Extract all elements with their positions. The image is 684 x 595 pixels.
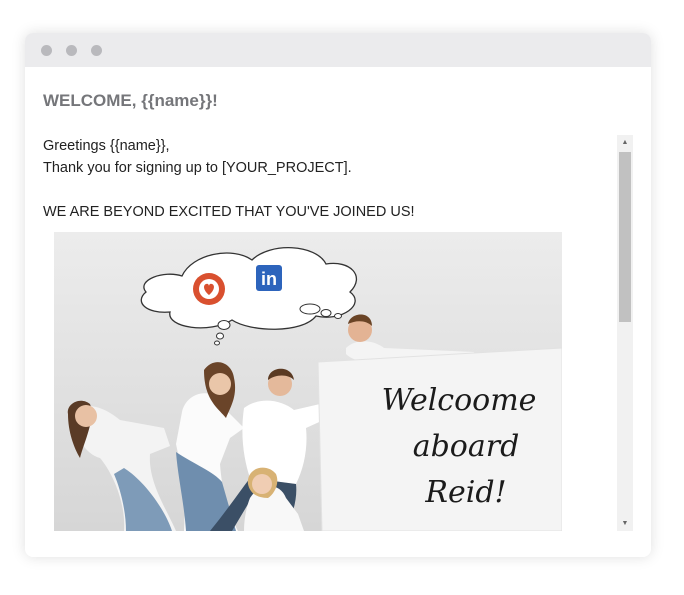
linkedin-icon-label: in — [261, 269, 277, 289]
scrollbar-thumb[interactable] — [619, 152, 631, 322]
sign-line-2: aboard — [413, 429, 520, 464]
maximize-window-button[interactable] — [91, 44, 102, 56]
vertical-scrollbar[interactable]: ▲ ▼ — [617, 135, 633, 531]
email-heading: WELCOME, {{name}}! — [43, 91, 218, 110]
thanks-text: Thank you for signing up to [YOUR_PROJEC… — [43, 160, 352, 176]
sign-line-3: Reid! — [424, 475, 506, 510]
greeting-text: Greetings {{name}}, — [43, 138, 170, 154]
minimize-window-button[interactable] — [66, 44, 77, 56]
email-body: Greetings {{name}}, Thank you for signin… — [43, 135, 617, 531]
close-window-button[interactable] — [41, 44, 52, 56]
window-titlebar — [25, 33, 651, 67]
linkedin-icon: in — [256, 265, 282, 291]
heart-icon — [193, 273, 225, 305]
email-preview-window: WELCOME, {{name}}! Greetings {{name}}, T… — [25, 33, 651, 557]
sign-line-1: Welcoome — [382, 383, 537, 418]
welcome-sign-board: Welcoome aboard Reid! — [317, 347, 562, 531]
scroll-down-icon[interactable]: ▼ — [617, 516, 633, 531]
scroll-up-icon[interactable]: ▲ — [617, 135, 633, 150]
excited-text: WE ARE BEYOND EXCITED THAT YOU'VE JOINED… — [43, 204, 415, 220]
welcome-team-photo: in Welcoome aboard Reid! — [54, 232, 562, 531]
